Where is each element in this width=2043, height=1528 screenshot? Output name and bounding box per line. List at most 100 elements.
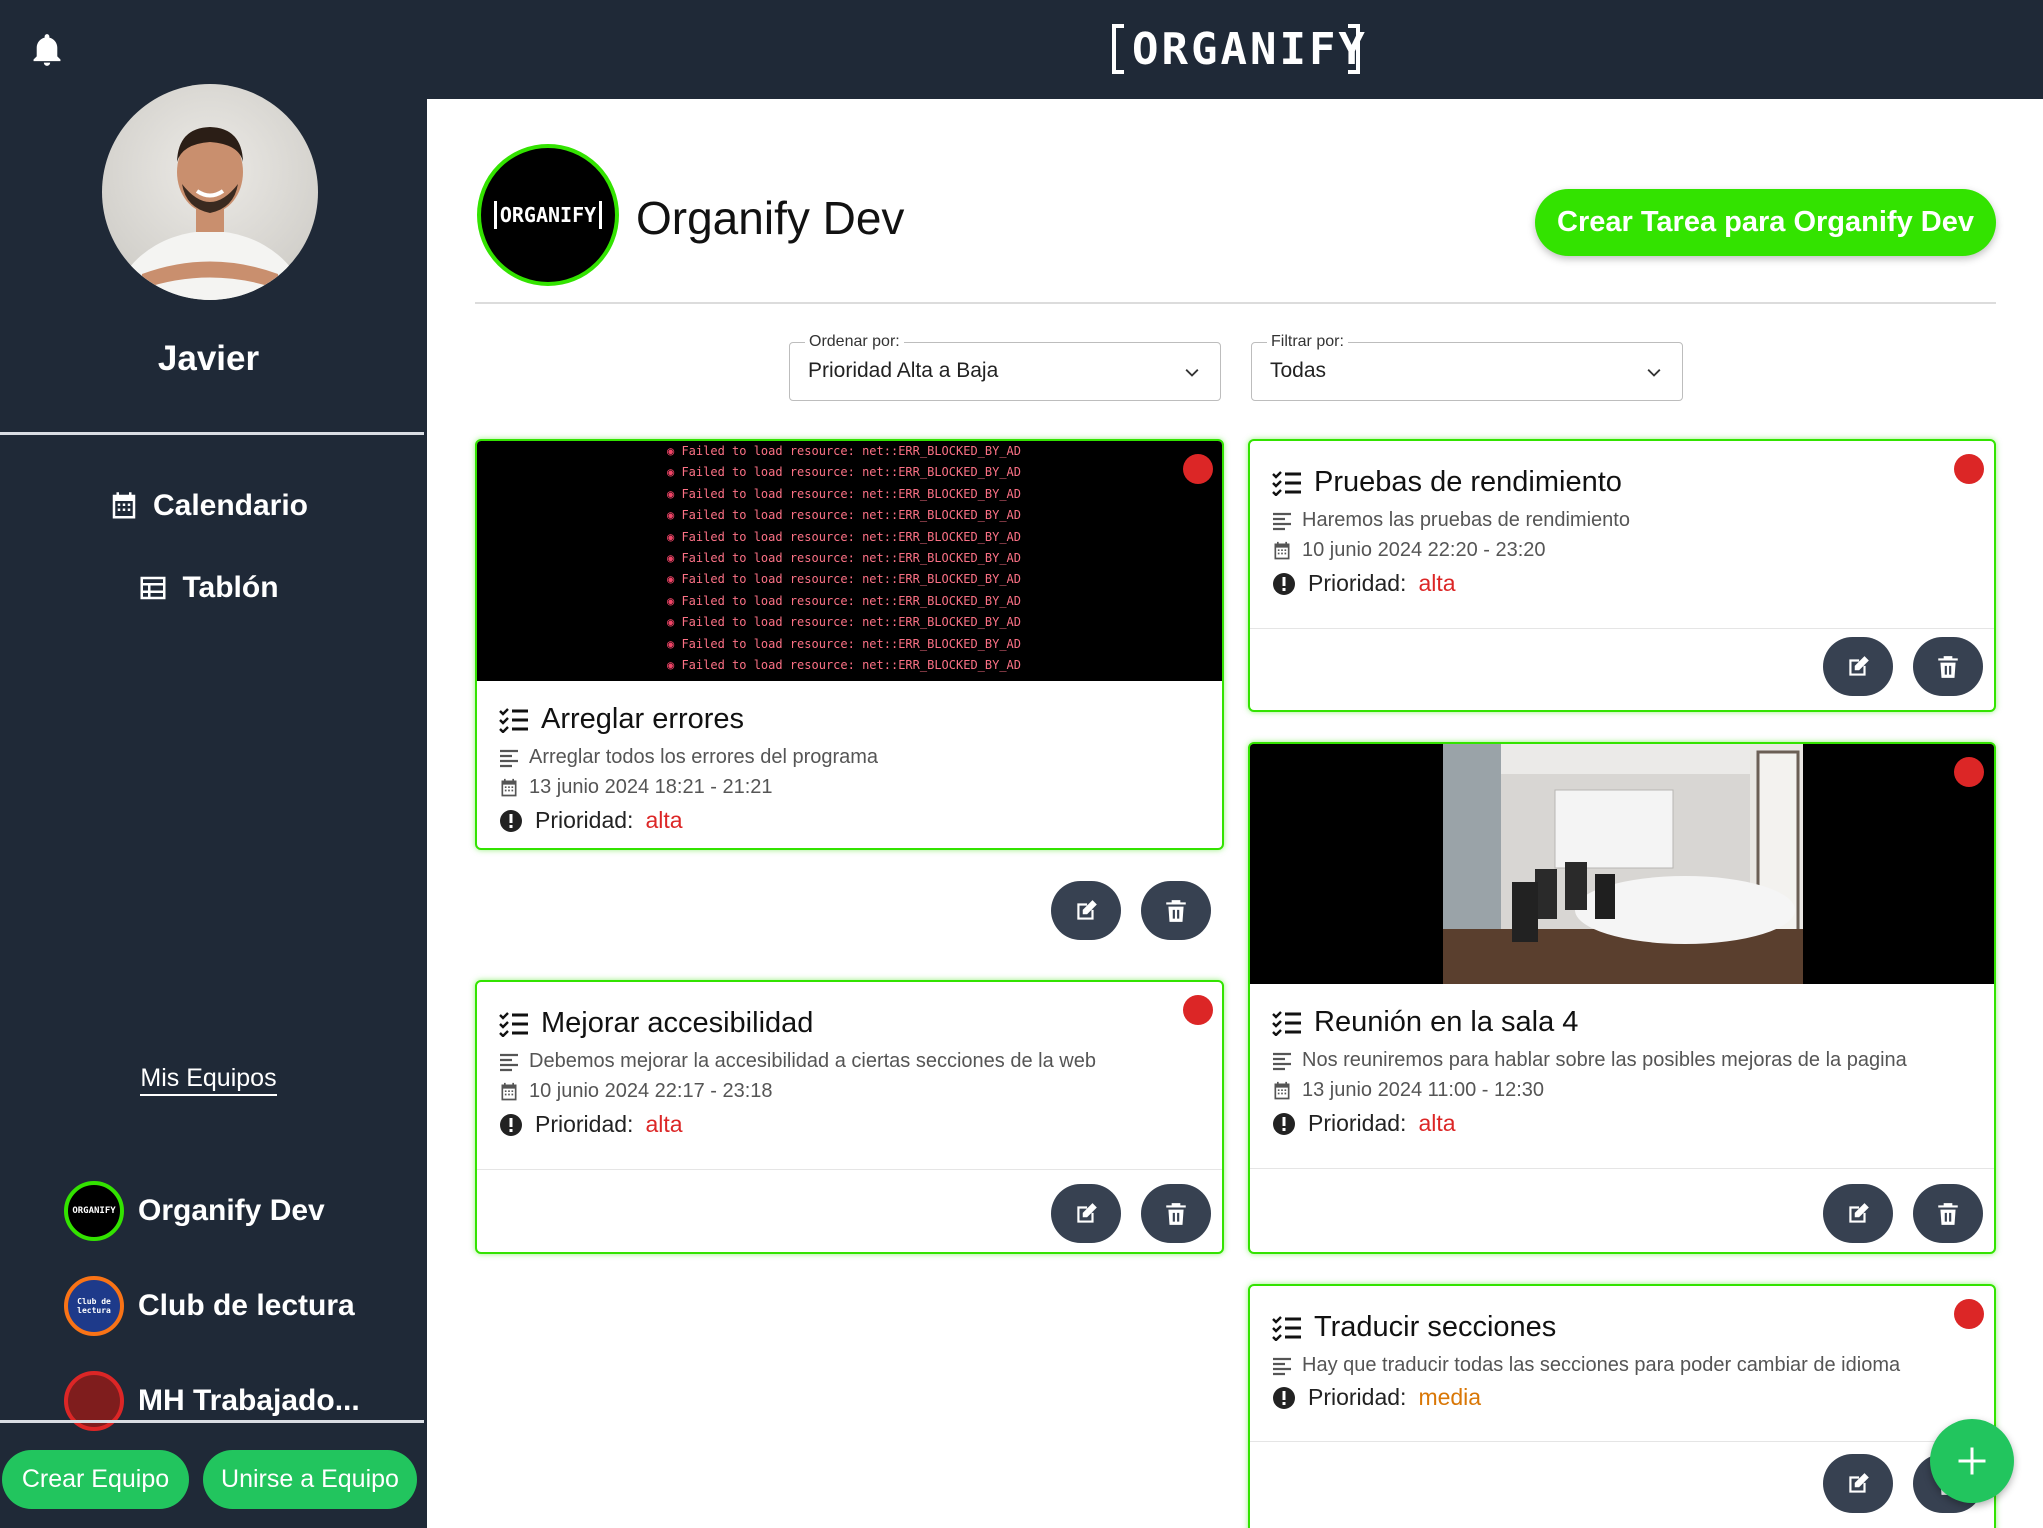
- exclamation-circle-icon: [1273, 572, 1295, 595]
- plus-icon: [1958, 1447, 1986, 1475]
- checklist-icon: [499, 1011, 528, 1037]
- task-priority: Prioridad: alta: [1272, 570, 1456, 597]
- calendar-icon: [1274, 541, 1290, 559]
- delete-button[interactable]: [1913, 1184, 1983, 1243]
- card-divider: [477, 1169, 1222, 1170]
- sort-label: Ordenar por:: [805, 333, 904, 351]
- task-description: Haremos las pruebas de rendimiento: [1272, 509, 1630, 532]
- page-title: Organify Dev: [636, 192, 905, 244]
- trash-icon: [1166, 899, 1186, 922]
- create-task-button[interactable]: Crear Tarea para Organify Dev: [1535, 189, 1996, 256]
- task-image: [1250, 744, 1994, 984]
- filter-value: Todas: [1270, 359, 1327, 382]
- team-logo: ORGANIFY: [477, 144, 619, 286]
- exclamation-circle-icon: [500, 809, 522, 832]
- card-divider: [1250, 1168, 1994, 1169]
- sort-select[interactable]: Ordenar por: Prioridad Alta a Baja: [789, 333, 1221, 401]
- task-description: Debemos mejorar la accesibilidad a ciert…: [499, 1050, 1096, 1073]
- exclamation-circle-icon: [1273, 1112, 1295, 1135]
- checklist-icon: [499, 707, 528, 733]
- delete-button[interactable]: [1141, 881, 1211, 940]
- header-divider: [475, 302, 1996, 304]
- align-left-icon: [1273, 1052, 1291, 1070]
- meeting-room-photo: [1250, 744, 1994, 984]
- status-dot: [1183, 995, 1213, 1025]
- task-priority: Prioridad: alta: [499, 1111, 683, 1138]
- align-left-icon: [500, 749, 518, 767]
- user-name: Javier: [157, 339, 260, 378]
- align-left-icon: [1273, 512, 1291, 530]
- card-divider: [1250, 1441, 1994, 1442]
- table-icon: [140, 576, 166, 600]
- team-item-club-de-lectura[interactable]: Club de lectura Club de lectura: [64, 1276, 355, 1336]
- delete-button[interactable]: [1913, 637, 1983, 696]
- align-left-icon: [500, 1053, 518, 1071]
- task-date: 10 junio 2024 22:17 - 23:18: [499, 1080, 773, 1103]
- sidebar-divider: [0, 1420, 424, 1423]
- task-card[interactable]: Failed to load resource: net::ERR_BLOCKE…: [475, 439, 1224, 850]
- app-logo[interactable]: ORGANIFY: [1112, 20, 1365, 78]
- task-title: Pruebas de rendimiento: [1272, 466, 1622, 499]
- task-card[interactable]: Reunión en la sala 4 Nos reuniremos para…: [1248, 742, 1996, 1254]
- app-logo-text: ORGANIFY: [1132, 24, 1368, 75]
- filter-label: Filtrar por:: [1267, 333, 1348, 351]
- calendar-icon: [1274, 1081, 1290, 1099]
- main-content: ORGANIFY Organify Dev Crear Tarea para O…: [427, 99, 2043, 1528]
- card-divider: [1250, 628, 1994, 629]
- nav-item-label: Calendario: [152, 489, 309, 522]
- task-title: Mejorar accesibilidad: [499, 1007, 813, 1040]
- status-dot: [1954, 454, 1984, 484]
- team-name: MH Trabajado...: [138, 1384, 360, 1417]
- team-avatar: Club de lectura: [64, 1276, 124, 1336]
- nav-item-tablon[interactable]: Tablón: [0, 571, 417, 605]
- nav-item-calendario[interactable]: Calendario: [0, 489, 417, 523]
- calendar-icon: [501, 778, 517, 796]
- task-date: 13 junio 2024 18:21 - 21:21: [499, 776, 773, 799]
- trash-icon: [1938, 1202, 1958, 1225]
- edit-button[interactable]: [1051, 881, 1121, 940]
- bell-icon[interactable]: [28, 30, 66, 70]
- sidebar-divider: [0, 432, 424, 435]
- checklist-icon: [1272, 470, 1301, 496]
- calendar-icon: [112, 492, 136, 519]
- status-dot: [1183, 454, 1213, 484]
- team-item-organify-dev[interactable]: ORGANIFY Organify Dev: [64, 1181, 325, 1241]
- delete-button[interactable]: [1141, 1184, 1211, 1243]
- edit-icon: [1849, 655, 1869, 676]
- checklist-icon: [1272, 1010, 1301, 1036]
- task-description: Arreglar todos los errores del programa: [499, 746, 878, 769]
- edit-button[interactable]: [1823, 637, 1893, 696]
- exclamation-circle-icon: [500, 1113, 522, 1136]
- avatar[interactable]: [102, 84, 318, 300]
- task-title: Arreglar errores: [499, 703, 744, 736]
- console-screenshot: Failed to load resource: net::ERR_BLOCKE…: [667, 441, 1027, 681]
- edit-icon: [1077, 1202, 1097, 1223]
- edit-button[interactable]: [1051, 1184, 1121, 1243]
- nav-item-label: Tablón: [182, 571, 279, 604]
- sidebar: Javier Calendario Tablón Mis Equipos ORG…: [0, 84, 427, 1528]
- edit-button[interactable]: [1823, 1454, 1893, 1513]
- status-dot: [1954, 1299, 1984, 1329]
- task-priority: Prioridad: media: [1272, 1384, 1481, 1411]
- filter-select[interactable]: Filtrar por: Todas: [1251, 333, 1683, 401]
- team-avatar: ORGANIFY: [64, 1181, 124, 1241]
- teams-title: Mis Equipos: [0, 1064, 417, 1096]
- task-title: Traducir secciones: [1272, 1311, 1556, 1344]
- team-name: Club de lectura: [138, 1289, 355, 1322]
- join-team-button[interactable]: Unirse a Equipo: [203, 1450, 417, 1509]
- top-bar: ORGANIFY: [0, 0, 2043, 99]
- add-task-fab[interactable]: [1930, 1419, 2014, 1503]
- align-left-icon: [1273, 1357, 1291, 1375]
- exclamation-circle-icon: [1273, 1386, 1295, 1409]
- edit-button[interactable]: [1823, 1184, 1893, 1243]
- create-team-button[interactable]: Crear Equipo: [2, 1450, 189, 1509]
- task-description: Hay que traducir todas las secciones par…: [1272, 1354, 1900, 1377]
- team-name: Organify Dev: [138, 1194, 325, 1227]
- task-date: 10 junio 2024 22:20 - 23:20: [1272, 539, 1546, 562]
- calendar-icon: [501, 1082, 517, 1100]
- task-title: Reunión en la sala 4: [1272, 1006, 1578, 1039]
- task-date: 13 junio 2024 11:00 - 12:30: [1272, 1079, 1544, 1102]
- task-description: Nos reuniremos para hablar sobre las pos…: [1272, 1049, 1907, 1072]
- task-image: Failed to load resource: net::ERR_BLOCKE…: [477, 441, 1222, 681]
- edit-icon: [1849, 1202, 1869, 1223]
